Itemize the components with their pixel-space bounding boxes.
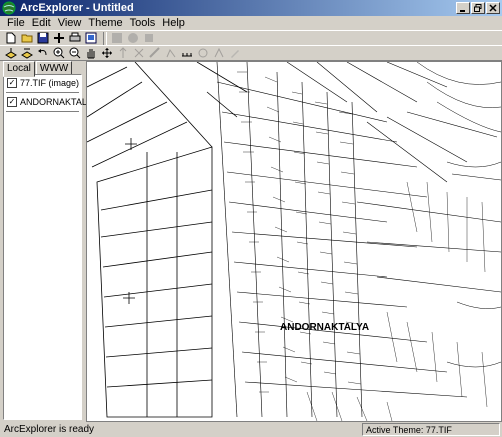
buffer-icon[interactable] [196, 47, 210, 60]
edit-icon[interactable] [228, 47, 242, 60]
find-icon[interactable] [132, 47, 146, 60]
select-icon[interactable] [164, 47, 178, 60]
arcexplorer-globe-icon [2, 1, 16, 15]
theme-label: 77.TIF (image) [20, 78, 80, 88]
window-title: ArcExplorer - Untitled [20, 2, 134, 14]
theme-item-andornaktaly[interactable]: ✓ ANDORNAKTALY [7, 97, 92, 107]
identify-icon[interactable] [116, 47, 130, 60]
restore-icon[interactable] [471, 2, 485, 14]
remove-layer-icon[interactable] [20, 47, 34, 60]
menu-tools[interactable]: Tools [127, 17, 159, 29]
label-icon[interactable] [212, 47, 226, 60]
pan-icon[interactable] [84, 47, 98, 60]
layout-icon[interactable] [84, 32, 98, 45]
map-place-label: ANDORNAKTALYA [280, 322, 369, 333]
zoom-out-icon[interactable] [68, 47, 82, 60]
legend-divider [6, 92, 79, 93]
add-theme-icon[interactable] [52, 32, 66, 45]
scale-icon[interactable] [180, 47, 194, 60]
undo-icon[interactable] [36, 47, 50, 60]
print-icon[interactable] [68, 32, 82, 45]
toolbar-separator [103, 31, 107, 45]
zoom-in-icon[interactable] [52, 47, 66, 60]
main-toolbar [0, 30, 502, 46]
theme-legend: ✓ 77.TIF (image) ✓ ANDORNAKTALY [3, 74, 92, 420]
menu-help[interactable]: Help [159, 17, 188, 29]
query-icon[interactable] [110, 32, 124, 45]
menu-edit[interactable]: Edit [29, 17, 54, 29]
menu-bar: File Edit View Theme Tools Help [0, 16, 502, 30]
map-toolbar [0, 45, 502, 61]
status-message: ArcExplorer is ready [4, 424, 95, 435]
full-extent-icon[interactable] [100, 47, 114, 60]
measure-icon[interactable] [148, 47, 162, 60]
open-icon[interactable] [20, 32, 34, 45]
theme-visibility-checkbox[interactable]: ✓ [7, 78, 17, 88]
menu-view[interactable]: View [55, 17, 85, 29]
stop-icon[interactable] [126, 32, 140, 45]
legend-panel: Local WWW ✓ 77.TIF (image) ✓ ANDORNAKTAL… [0, 61, 92, 422]
tab-local[interactable]: Local [3, 61, 35, 77]
refresh-icon[interactable] [142, 32, 156, 45]
cadastral-map-image: ANDORNAKTALYA [87, 62, 501, 421]
legend-divider [6, 111, 79, 112]
theme-item-image[interactable]: ✓ 77.TIF (image) [7, 78, 79, 88]
new-icon[interactable] [4, 32, 18, 45]
save-icon[interactable] [36, 32, 50, 45]
status-bar: ArcExplorer is ready Active Theme: 77.TI… [0, 422, 502, 437]
active-theme-indicator: Active Theme: 77.TIF [362, 423, 500, 436]
map-view[interactable]: ANDORNAKTALYA [86, 61, 502, 422]
title-bar[interactable]: ArcExplorer - Untitled [0, 0, 502, 16]
close-icon[interactable] [486, 2, 500, 14]
menu-theme[interactable]: Theme [85, 17, 125, 29]
menu-file[interactable]: File [4, 17, 28, 29]
add-layer-icon[interactable] [4, 47, 18, 60]
theme-label: ANDORNAKTALY [20, 97, 93, 107]
theme-visibility-checkbox[interactable]: ✓ [7, 97, 17, 107]
minimize-icon[interactable] [456, 2, 470, 14]
